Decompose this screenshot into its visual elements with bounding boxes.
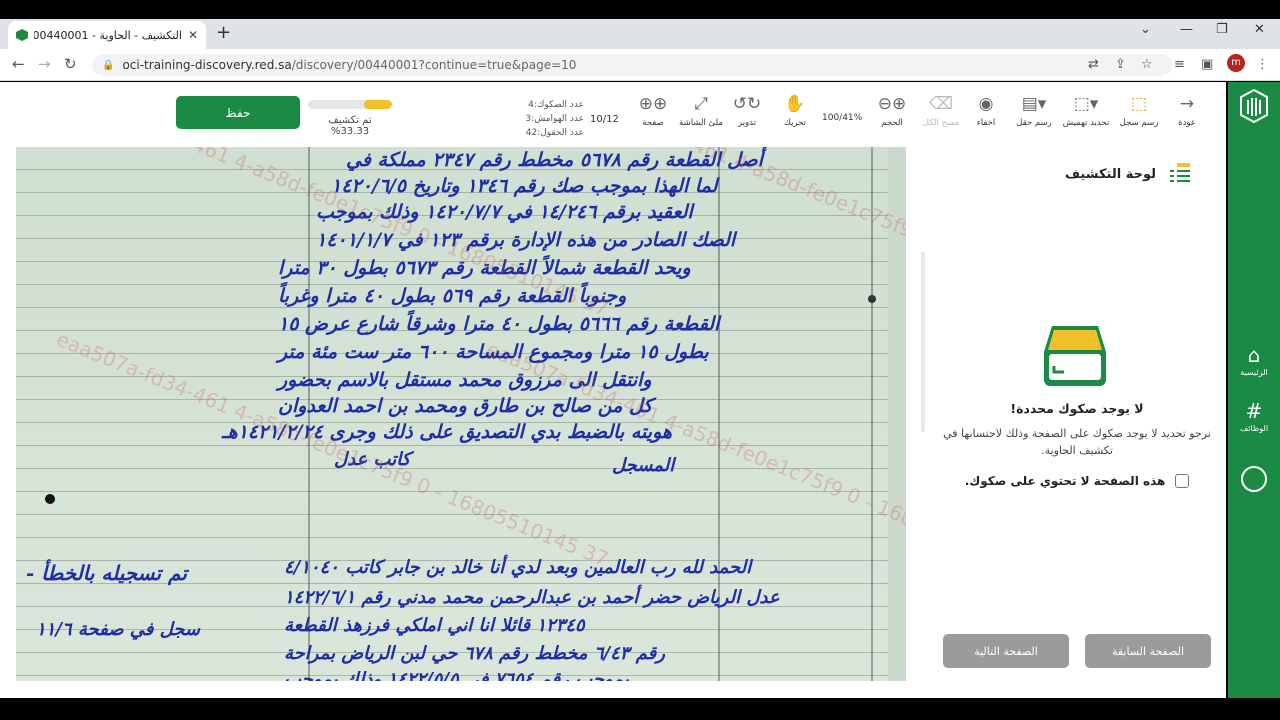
progress-label: تم تكشيف 33.33%	[328, 115, 372, 137]
bookmark-star-icon[interactable]: ☆	[1141, 57, 1153, 72]
app-logo-icon	[1240, 88, 1268, 124]
hash-icon: #	[1245, 399, 1263, 423]
hide-icon: ◉	[978, 94, 994, 114]
tab-title: التكشيف - الحاوية - 00440001 - 10	[34, 28, 182, 42]
empty-state-description: نرجو تحديد لا يوجد صكوك على الصفحة وذلك …	[943, 427, 1211, 457]
user-profile-icon[interactable]	[1241, 466, 1267, 492]
toolbar: حفظ تم تكشيف 33.33% عدد الصكوك:4 عدد اله…	[0, 82, 1226, 146]
handwriting-line: عدل الرياض حضر أحمد بن عبدالرحمن محمد مد…	[284, 587, 780, 608]
tool-clear-all[interactable]: ⌫ مسح الكل	[919, 94, 963, 128]
side-panel-icon[interactable]: ▣	[1201, 57, 1213, 72]
tool-draw-record[interactable]: ⬚ رسم سجل	[1117, 94, 1161, 128]
progress-fill	[364, 100, 392, 109]
tool-fullscreen[interactable]: ⤢ ملئ الشاشة	[679, 94, 723, 128]
new-tab-icon[interactable]: +	[216, 22, 231, 43]
fields-count: عدد الحقول:42	[525, 128, 584, 138]
anchor-dot	[45, 494, 55, 504]
url-path: /discovery/00440001?continue=true&page=1…	[291, 58, 577, 72]
back-icon[interactable]: ←	[12, 55, 25, 73]
document-viewer[interactable]: أصل القطعة رقم ٥٦٧٨ مخطط رقم ٢٣٤٧ مملكة …	[16, 147, 906, 681]
site-favicon-icon	[16, 29, 28, 41]
rotate-icon: ↺↻	[732, 94, 762, 114]
tool-pan[interactable]: ✋ تحريك	[773, 94, 817, 128]
handwriting-line: رقم ٦/٤٣ مخطط رقم ٦٧٨ حي لبن الرياض بمرا…	[284, 643, 665, 664]
sidebar-item-home[interactable]: ⌂ الرئيسية	[1228, 344, 1280, 377]
sidebar-item-label: الرئيسية	[1240, 368, 1268, 377]
indexing-panel: لوحة التكشيف لا يوجد صكوك محددة! نرجو تح…	[928, 147, 1226, 698]
empty-state-title: لا يوجد صكوك محددة!	[1010, 401, 1144, 416]
sidebar-item-functions[interactable]: # الوظائف	[1228, 400, 1280, 433]
handwriting-line: ١٢٣٤٥ قائلا انا اني املكي فرزهذ القطعة	[284, 615, 585, 636]
app-sidebar: ⌂ الرئيسية # الوظائف	[1228, 82, 1280, 698]
handwriting-line: الحمد لله رب العالمين وبعد لدي أنا خالد …	[284, 557, 752, 578]
counts-summary: عدد الصكوك:4 عدد الهوامش:3 عدد الحقول:42	[500, 98, 584, 140]
url-field[interactable]: 🔒 oci-training-discovery.red.sa/discover…	[92, 54, 1172, 76]
zoom-icon: ⊖⊕	[877, 94, 907, 114]
address-bar-row: ← → ↻ 🔒 oci-training-discovery.red.sa/di…	[0, 49, 1280, 81]
tool-hide[interactable]: ◉ اخفاء	[964, 94, 1008, 128]
handwriting-line: لما الهذا بموجب صك رقم ١٣٤٦ وتاريخ ١٤٢٠/…	[331, 175, 718, 197]
panel-title: لوحة التكشيف	[1064, 167, 1156, 182]
handwriting-signature: المسجل	[612, 455, 675, 476]
page-indicator: 10/12	[590, 114, 619, 125]
previous-page-button[interactable]: الصفحة السابقة	[1085, 634, 1211, 668]
app-main: حفظ تم تكشيف 33.33% عدد الصكوك:4 عدد اله…	[0, 82, 1226, 698]
eraser-icon: ⌫	[928, 94, 954, 114]
sidebar-item-label: الوظائف	[1239, 424, 1269, 433]
tool-zoom[interactable]: ⊖⊕ الحجم	[870, 94, 914, 128]
next-page-button[interactable]: الصفحة التالية	[943, 634, 1069, 668]
maximize-icon[interactable]: ❐	[1216, 22, 1228, 37]
screen: { "browser": { "tab_title": "التكشيف - ا…	[0, 0, 1280, 720]
translate-icon[interactable]: ⇄	[1088, 57, 1099, 72]
checklist-icon	[1170, 163, 1190, 182]
browser-menu-icon[interactable]: ⋮	[1256, 57, 1269, 72]
minimize-icon[interactable]: —	[1180, 22, 1193, 37]
home-icon: ⌂	[1247, 343, 1261, 367]
close-window-icon[interactable]: ✕	[1254, 22, 1265, 37]
browser-tab[interactable]: التكشيف - الحاوية - 00440001 - 10 ✕	[8, 21, 206, 49]
share-icon[interactable]: ⇪	[1115, 57, 1126, 72]
no-deeds-checkbox-row[interactable]: هذه الصفحة لا تحتوي على صكوك.	[928, 474, 1226, 488]
tool-select-margin[interactable]: ⬚▾ تحديد تهميش	[1063, 94, 1109, 128]
forward-icon[interactable]: →	[38, 55, 51, 73]
no-deeds-checkbox-label[interactable]: هذه الصفحة لا تحتوي على صكوك.	[965, 474, 1166, 488]
handwriting-line: بموجب رقم ٧٦٥٤ في ١٤٢٢/٥/٥ وذلك بموجب	[284, 669, 629, 681]
draw-field-icon: ▤▾	[1021, 94, 1047, 114]
lock-icon: 🔒	[102, 59, 115, 71]
fullscreen-icon: ⤢	[694, 94, 708, 114]
handwriting-line: القطعة رقم ٥٦٦٦ بطول ٤٠ مترا وشرقاً شارع…	[278, 313, 720, 335]
no-deeds-checkbox[interactable]	[1175, 474, 1190, 488]
browser-tab-bar: التكشيف - الحاوية - 00440001 - 10 ✕	[0, 19, 1280, 49]
hand-icon: ✋	[784, 94, 806, 114]
margin-note: سجل في صفحة ١١/٦	[36, 619, 200, 640]
tool-rotate[interactable]: ↺↻ تدوير	[725, 94, 769, 128]
tool-draw-field[interactable]: ▤▾ رسم حقل	[1012, 94, 1056, 128]
handwriting-line: الصك الصادر من هذه الإدارة برقم ١٢٣ في ١…	[316, 229, 736, 251]
empty-tray-icon	[1044, 326, 1106, 386]
taskbar-strip	[0, 698, 1280, 720]
browser-profile-avatar[interactable]: m	[1227, 54, 1245, 72]
deeds-count: عدد الصكوك:4	[528, 100, 584, 110]
zoom-value: 100/41%	[822, 113, 863, 123]
save-button[interactable]: حفظ	[176, 96, 300, 129]
document-scan: أصل القطعة رقم ٥٦٧٨ مخطط رقم ٢٣٤٧ مملكة …	[16, 147, 906, 681]
panel-scrollbar[interactable]	[921, 252, 925, 432]
margin-note: تم تسجيله بالخطأ -	[26, 561, 187, 585]
punch-hole	[868, 295, 876, 303]
media-icon[interactable]: ≡	[1174, 57, 1185, 72]
arrow-right-icon: →	[1179, 94, 1195, 114]
select-margin-icon: ⬚▾	[1073, 94, 1099, 114]
tool-back[interactable]: → عودة	[1165, 94, 1209, 128]
tab-search-icon[interactable]: ⌄	[1140, 22, 1151, 37]
indexing-progress-bar	[308, 100, 392, 109]
tool-page-nav[interactable]: ⊕⊕ صفحة	[631, 94, 675, 128]
margins-count: عدد الهوامش:3	[525, 114, 584, 124]
page-nav-icon: ⊕⊕	[638, 94, 668, 114]
draw-record-icon: ⬚	[1130, 94, 1148, 114]
reload-icon[interactable]: ↻	[64, 55, 77, 73]
url-host: oci-training-discovery.red.sa	[122, 58, 292, 72]
close-tab-icon[interactable]: ✕	[188, 28, 198, 42]
